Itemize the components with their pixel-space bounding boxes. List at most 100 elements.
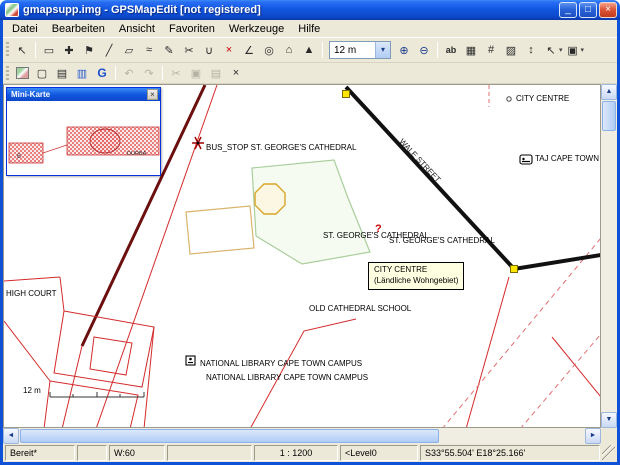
horizontal-scroll-track[interactable] <box>440 428 585 444</box>
minimap-close-icon[interactable]: × <box>147 89 158 100</box>
labels-toggle-icon[interactable]: ab <box>441 41 461 60</box>
toolbar-separator <box>437 41 438 59</box>
scroll-right-icon[interactable]: ► <box>585 428 601 444</box>
map-sheet-icon <box>15 67 29 79</box>
minimap-vector-layer: B DURBA <box>8 126 160 164</box>
map-label-st-georges-2: ST. GEORGE'S CATHEDRAL <box>389 236 495 245</box>
save-map-icon[interactable]: ▤ <box>52 65 72 82</box>
window-title: gmapsupp.img - GPSMapEdit [not registere… <box>23 4 261 16</box>
minimap-title-bar[interactable]: Mini-Karte × <box>7 88 160 101</box>
minimap-window[interactable]: Mini-Karte × B DURBA <box>6 87 161 176</box>
paste-icon[interactable]: ▤ <box>206 65 226 82</box>
edit-nodes-tool-icon[interactable]: ✎ <box>159 41 179 60</box>
scroll-down-icon[interactable]: ▼ <box>601 412 617 428</box>
hatch-toggle-icon[interactable]: ▨ <box>501 41 521 60</box>
status-ready: Bereit* <box>5 445 75 461</box>
delete-icon[interactable]: × <box>226 65 246 82</box>
add-polygon-tool-icon[interactable]: ▱ <box>119 41 139 60</box>
measure-tool-icon[interactable]: ∠ <box>239 41 259 60</box>
question-marker: ? <box>375 223 382 235</box>
menu-hilfe[interactable]: Hilfe <box>291 21 327 37</box>
zoom-window-tool-icon[interactable]: ▭ <box>39 41 59 60</box>
menu-favoriten[interactable]: Favoriten <box>162 21 222 37</box>
toolbar-file: ▢ ▤ ▥ G ↶ ↷ ✂ ▣ ▤ × <box>3 63 617 84</box>
menu-ansicht[interactable]: Ansicht <box>112 21 162 37</box>
new-map-icon[interactable]: ▢ <box>32 65 52 82</box>
toolbar-separator <box>115 66 116 80</box>
graticule-toggle-icon[interactable]: # <box>481 41 501 60</box>
map-canvas[interactable]: BUS_STOP ST. GEORGE'S CATHEDRAL CITY CEN… <box>3 84 601 428</box>
toolbar-separator <box>162 66 163 80</box>
vertical-scrollbar[interactable]: ▲ ▼ <box>601 84 617 428</box>
menu-bearbeiten[interactable]: Bearbeiten <box>45 21 112 37</box>
delete-object-tool-icon[interactable]: × <box>219 41 239 60</box>
zoom-level-value: 12 m <box>334 44 357 56</box>
status-empty <box>77 445 107 461</box>
map-label-city-centre: CITY CENTRE <box>516 94 570 103</box>
view-mode-icon[interactable]: ▣ <box>563 41 583 60</box>
status-message <box>167 445 252 461</box>
horizontal-scroll-thumb[interactable] <box>20 429 439 443</box>
minimize-button[interactable]: _ <box>559 2 577 18</box>
cut-icon[interactable]: ✂ <box>166 65 186 82</box>
vertical-scroll-track[interactable] <box>601 132 617 412</box>
statistics-icon[interactable]: ▥ <box>72 65 92 82</box>
select-mode-icon[interactable]: ↖ <box>541 41 561 60</box>
app-icon <box>5 3 19 17</box>
status-scale: 1 : 1200 <box>254 445 338 461</box>
zoom-in-icon[interactable]: ⊕ <box>394 41 414 60</box>
google-earth-icon[interactable]: G <box>92 65 112 82</box>
resize-grip[interactable] <box>602 445 615 461</box>
scroll-left-icon[interactable]: ◄ <box>3 428 19 444</box>
minimap-label-b: B <box>17 154 21 160</box>
vertical-scroll-thumb[interactable] <box>602 101 616 131</box>
levels-toggle-icon[interactable]: ↕ <box>521 41 541 60</box>
scrollbar-corner <box>601 428 617 444</box>
app-window: gmapsupp.img - GPSMapEdit [not registere… <box>0 0 620 465</box>
toolbar-separator <box>322 41 323 59</box>
join-tool-icon[interactable]: ∪ <box>199 41 219 60</box>
select-tool-icon[interactable]: ↖ <box>12 41 32 60</box>
address-tool-icon[interactable]: ⌂ <box>279 41 299 60</box>
minimap-title: Mini-Karte <box>11 90 51 99</box>
tooltip-line1: CITY CENTRE <box>374 265 428 274</box>
scroll-up-icon[interactable]: ▲ <box>601 84 617 100</box>
map-label-national-library-2: NATIONAL LIBRARY CAPE TOWN CAMPUS <box>206 373 369 382</box>
split-tool-icon[interactable]: ✂ <box>179 41 199 60</box>
chevron-down-icon[interactable]: ▾ <box>581 46 585 54</box>
menu-bar: Datei Bearbeiten Ansicht Favoriten Werkz… <box>3 20 617 38</box>
status-level: <Level0 <box>340 445 418 461</box>
copy-icon[interactable]: ▣ <box>186 65 206 82</box>
map-label-taj-hotel: TAJ CAPE TOWN HOT <box>535 154 600 163</box>
add-point-tool-icon[interactable]: ⚑ <box>79 41 99 60</box>
scale-bar-label: 12 m <box>23 386 41 395</box>
gps-tool-icon[interactable]: ▲ <box>299 41 319 60</box>
menu-datei[interactable]: Datei <box>5 21 45 37</box>
find-tool-icon[interactable]: ◎ <box>259 41 279 60</box>
undo-icon[interactable]: ↶ <box>119 65 139 82</box>
chevron-down-icon[interactable]: ▾ <box>375 42 390 58</box>
horizontal-scrollbar[interactable]: ◄ ► <box>3 428 601 444</box>
status-bar: Bereit* W:60 1 : 1200 <Level0 S33°55.504… <box>3 444 617 462</box>
title-bar[interactable]: gmapsupp.img - GPSMapEdit [not registere… <box>0 0 620 20</box>
grid-toggle-icon[interactable]: ▦ <box>461 41 481 60</box>
map-label-old-cathedral-school: OLD CATHEDRAL SCHOOL <box>309 304 412 313</box>
map-tooltip: CITY CENTRE (Ländliche Wohngebiet) <box>368 262 465 290</box>
close-button[interactable]: × <box>599 2 617 18</box>
zoom-level-select[interactable]: 12 m ▾ <box>329 41 391 59</box>
zoom-out-icon[interactable]: ⊖ <box>414 41 434 60</box>
map-label-national-library-1: NATIONAL LIBRARY CAPE TOWN CAMPUS <box>200 359 363 368</box>
toolbar-gripper[interactable] <box>6 41 9 59</box>
open-map-icon[interactable] <box>12 65 32 82</box>
redo-icon[interactable]: ↷ <box>139 65 159 82</box>
pan-tool-icon[interactable]: ✚ <box>59 41 79 60</box>
maximize-button[interactable]: □ <box>579 2 597 18</box>
menu-werkzeuge[interactable]: Werkzeuge <box>222 21 291 37</box>
add-road-tool-icon[interactable]: ≈ <box>139 41 159 60</box>
toolbar-separator <box>35 41 36 59</box>
toolbar-gripper[interactable] <box>6 66 9 80</box>
minimap-view[interactable]: B DURBA <box>7 101 160 175</box>
toolbar-tools: ↖ ▭ ✚ ⚑ ╱ ▱ ≈ ✎ ✂ ∪ × ∠ ◎ ⌂ ▲ 12 m ▾ ⊕ ⊖… <box>3 38 617 63</box>
status-coordinates: S33°55.504' E18°25.166' <box>420 445 600 461</box>
add-polyline-tool-icon[interactable]: ╱ <box>99 41 119 60</box>
